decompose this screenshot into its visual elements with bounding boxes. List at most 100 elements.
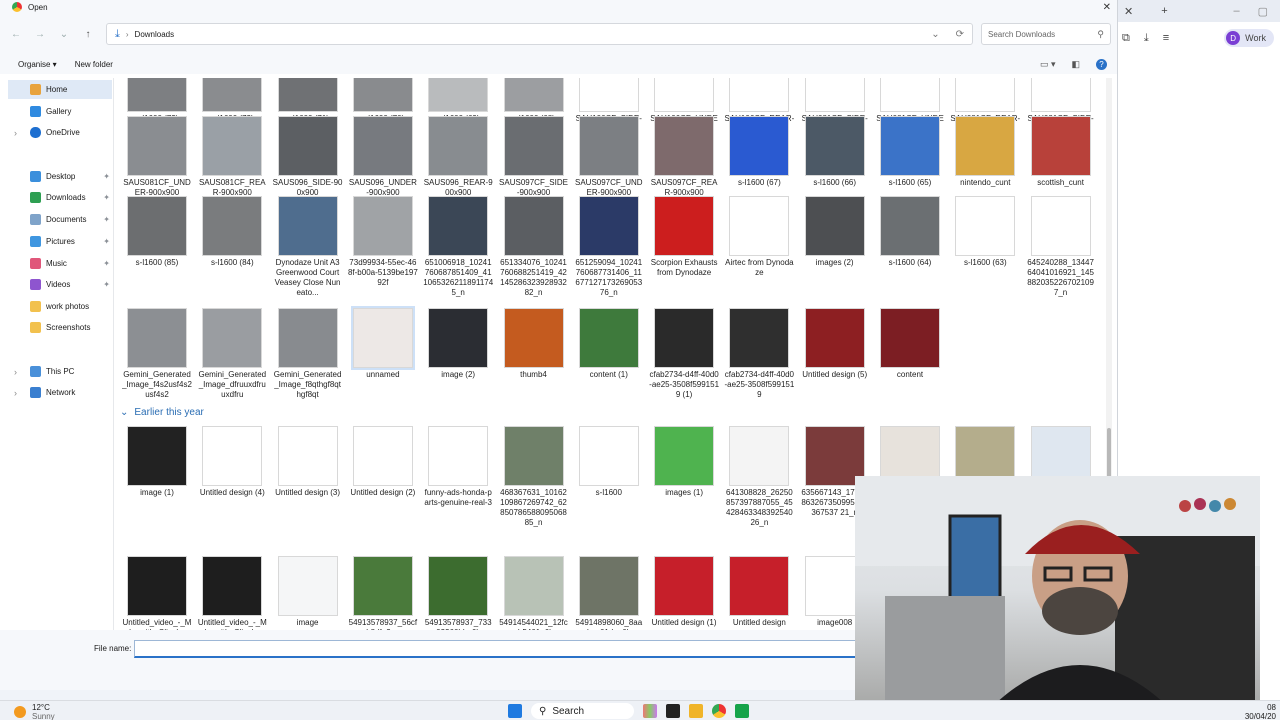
file-item[interactable]: image (2) [423,308,493,380]
file-item[interactable]: s-l1600 (66) [800,116,870,188]
file-item[interactable]: 54913578937_73303260bb_6k [423,556,493,630]
recent-chevron-icon[interactable]: ⌄ [54,29,74,40]
preview-pane-icon[interactable]: ◧ [1071,59,1080,70]
file-item[interactable]: image (1) [122,426,192,498]
sidebar-item-home[interactable]: Home [8,80,112,99]
sidebar-item-pictures[interactable]: Pictures ✦ [0,232,114,251]
file-item[interactable]: images (1) [649,426,719,498]
pin-icon[interactable]: ✦ [103,237,110,246]
file-item[interactable]: cfab2734-d4ff-40d0-ae25-3508f5991519 [724,308,794,400]
file-item[interactable]: s-l1600 (64) [875,196,945,268]
file-item[interactable]: SAUS096_SIDE-900x900 [273,116,343,198]
file-item[interactable]: 73d99934-55ec-468f-b00a-5139be19792f [348,196,418,288]
weather-widget[interactable]: 12°C Sunny [14,703,55,720]
file-name-input[interactable] [134,640,858,658]
sidebar-item-network[interactable]: › Network [0,383,114,402]
file-item[interactable]: SAUS081CF_REAR-900x900 [197,116,267,198]
app-icon[interactable] [735,704,750,718]
sidebar-item-music[interactable]: Music ✦ [0,254,114,273]
download-icon[interactable]: ⤓ [1144,32,1149,45]
file-item[interactable]: image [273,556,343,628]
pin-icon[interactable]: ✦ [103,280,110,289]
file-item[interactable]: cfab2734-d4ff-40d0-ae25-3508f5991519 (1) [649,308,719,400]
expand-chevron-icon[interactable]: › [14,388,17,398]
file-item[interactable]: SAUS096_REAR-900x900 [423,116,493,198]
pin-icon[interactable]: ✦ [103,172,110,181]
file-item[interactable]: 468367631_10162109867269742_628507865880… [499,426,569,528]
back-arrow-icon[interactable]: ← [6,29,26,40]
help-icon[interactable]: ? [1096,58,1107,70]
file-item[interactable]: s-l1600 (85) [122,196,192,268]
file-item[interactable]: Gemini_Generated_Image_f4s2usf4s2usf4s2 [122,308,192,400]
task-view-icon[interactable] [666,704,681,718]
sidebar-item-videos[interactable]: Videos ✦ [0,275,114,294]
file-item[interactable]: 54914544021_12fccb5461_6k [499,556,569,630]
file-item[interactable]: Untitled_video_-_Made_with_Clipchamp_17 … [122,556,192,630]
media-icon[interactable]: ≡ [1163,32,1169,44]
file-item[interactable]: 641308828_26250857397887055_454284633483… [724,426,794,528]
file-item[interactable]: 651334076_10241760688251419_421452863239… [499,196,569,298]
refresh-icon[interactable]: ⟳ [956,29,964,40]
pin-icon[interactable]: ✦ [103,215,110,224]
pin-icon[interactable]: ✦ [103,259,110,268]
file-item[interactable]: content (1) [574,308,644,380]
expand-chevron-icon[interactable]: › [14,128,17,138]
chrome-icon[interactable] [712,704,727,718]
file-item[interactable]: Untitled design [724,556,794,628]
file-item[interactable]: SAUS097CF_UNDER-900x900 [574,116,644,198]
file-item[interactable]: Untitled design (2) [348,426,418,498]
organise-button[interactable]: Organise ▾ [18,60,57,69]
file-item[interactable]: unnamed [348,306,418,380]
file-item[interactable]: 651006918_10241760687851409_411065326211… [423,196,493,298]
sidebar-item-work-photos[interactable]: work photos [0,297,114,316]
forward-arrow-icon[interactable]: → [30,29,50,40]
minimize-icon[interactable]: – [1233,5,1239,18]
expand-chevron-icon[interactable]: › [14,367,17,377]
maximize-icon[interactable]: ▢ [1258,5,1268,18]
sidebar-item-documents[interactable]: Documents ✦ [0,210,114,229]
file-item[interactable]: s-l1600 (84) [197,196,267,268]
file-item[interactable]: SAUS096_UNDER-900x900 [348,116,418,198]
address-bar[interactable]: ⤓ › Downloads ⌄ ⟳ [106,23,973,45]
file-item[interactable]: images (2) [800,196,870,268]
file-item[interactable]: Untitled design (4) [197,426,267,498]
file-item[interactable]: s-l1600 [574,426,644,498]
chevron-down-icon[interactable]: ⌄ [931,29,939,40]
file-item[interactable]: SAUS081CF_UNDER-900x900 [122,116,192,198]
view-options-icon[interactable]: ▭ ▾ [1040,59,1056,70]
file-item[interactable]: Untitled design (3) [273,426,343,498]
search-input[interactable]: Search Downloads ⚲ [981,23,1111,45]
sidebar-item-this-pc[interactable]: › This PC [0,362,114,381]
file-item[interactable]: Dynodaze Unit A3 Greenwood Court Veasey … [273,196,343,298]
group-header[interactable]: ⌄ Earlier this year [120,407,204,418]
file-item[interactable]: Untitled design (1) [649,556,719,628]
taskbar-search[interactable]: ⚲ Search [531,703,635,719]
file-item[interactable]: Untitled design (5) [800,308,870,380]
file-item[interactable]: Airtec from Dynodaze [724,196,794,278]
sidebar-item-screenshots[interactable]: Screenshots [0,318,114,337]
close-icon[interactable]: ✕ [1103,2,1111,13]
file-item[interactable]: s-l1600 (67) [724,116,794,188]
file-item[interactable]: Untitled_video_-_Made_with_Clipchamp_17 [197,556,267,630]
close-tab-icon[interactable]: ✕ [1124,5,1133,18]
file-item[interactable]: content [875,308,945,380]
file-item[interactable]: funny-ads-honda-parts-genuine-real-3 [423,426,493,508]
file-item[interactable]: thumb4 [499,308,569,380]
sidebar-item-downloads[interactable]: Downloads ✦ [0,188,114,207]
file-item[interactable]: 651259094_10241760687731406_116771271732… [574,196,644,298]
new-tab-icon[interactable]: + [1161,5,1167,17]
file-item[interactable]: 54913578937_56cfb8dfa2_o [348,556,418,630]
file-explorer-icon[interactable] [689,704,704,718]
file-item[interactable]: scottish_cunt [1026,116,1096,188]
widgets-icon[interactable] [643,704,658,718]
breadcrumb[interactable]: Downloads [135,30,175,39]
new-folder-button[interactable]: New folder [75,60,113,69]
extensions-icon[interactable]: ⧉ [1122,32,1130,45]
file-item[interactable]: SAUS097CF_SIDE-900x900 [499,116,569,198]
sidebar-item-onedrive[interactable]: › OneDrive [0,123,114,142]
file-item[interactable]: 54914898060_8aabec61de_6k [574,556,644,630]
file-item[interactable]: s-l1600 (63) [950,196,1020,268]
file-item[interactable]: SAUS097CF_REAR-900x900 [649,116,719,198]
up-arrow-icon[interactable]: ↑ [78,29,98,40]
pin-icon[interactable]: ✦ [103,193,110,202]
